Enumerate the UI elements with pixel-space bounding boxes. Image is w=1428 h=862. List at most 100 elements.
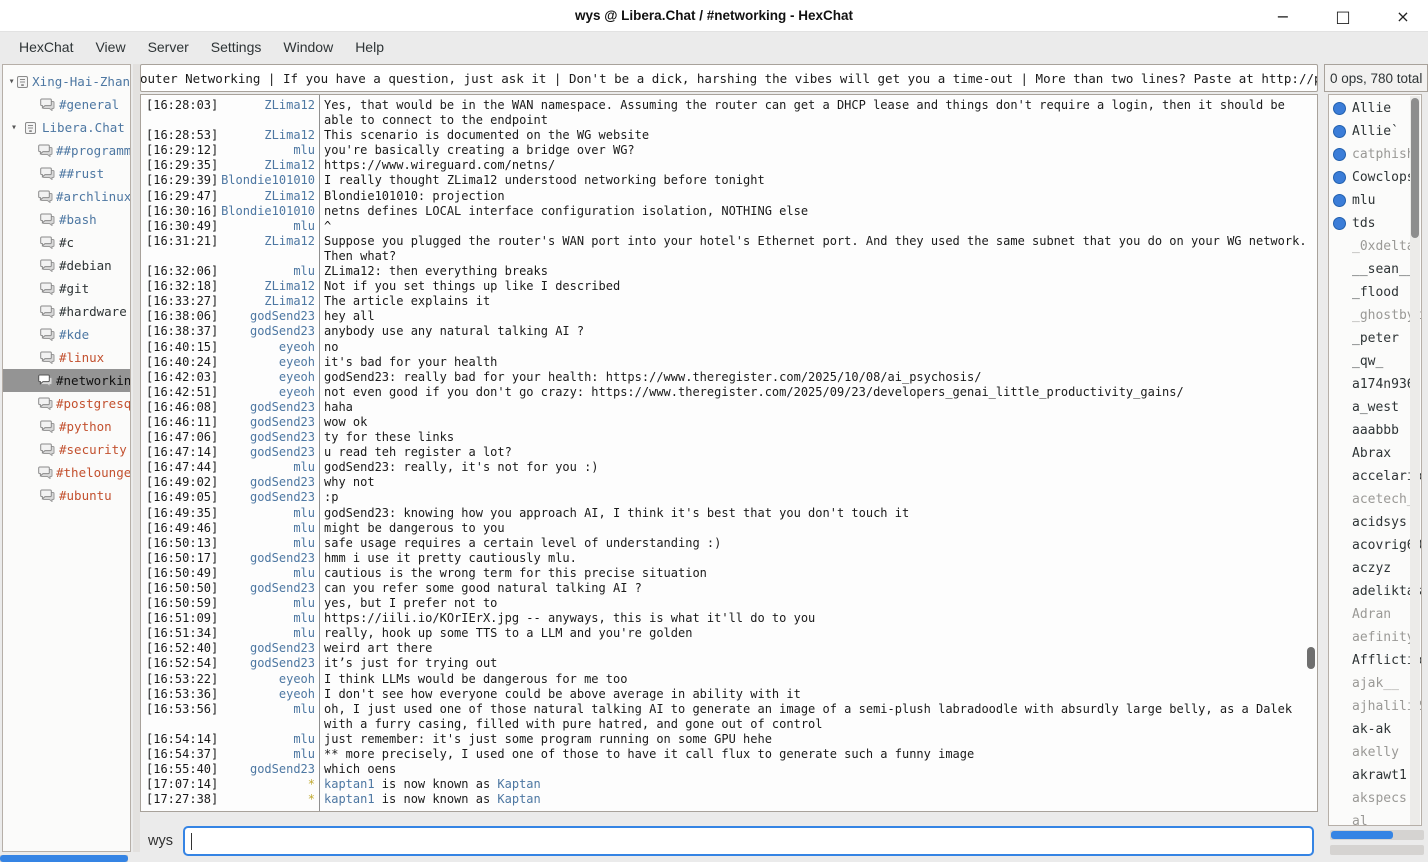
tree-channel-rust[interactable]: ##rust (3, 162, 130, 185)
chat-message-row: [16:38:06]godSend23hey all (141, 309, 1317, 324)
tree-channel-git[interactable]: #git (3, 277, 130, 300)
nick: mlu (221, 611, 315, 626)
user-row[interactable]: Afflictio (1329, 649, 1421, 672)
user-row[interactable]: ajhalili2 (1329, 695, 1421, 718)
chat-message-row: [16:47:44]mlugodSend23: really, it's not… (141, 460, 1317, 475)
user-row[interactable]: _0xdelta (1329, 235, 1421, 258)
chat-message-row: [16:29:35]ZLima12https://www.wireguard.c… (141, 158, 1317, 173)
menu-bar: HexChatViewServerSettingsWindowHelp (0, 32, 1428, 62)
user-row[interactable]: accelario (1329, 465, 1421, 488)
tree-channel-linux[interactable]: #linux (3, 346, 130, 369)
user-row[interactable]: ak-ak (1329, 718, 1421, 741)
user-row[interactable]: acidsys (1329, 511, 1421, 534)
chat-message-row: [16:49:05]godSend23:p (141, 490, 1317, 505)
tree-channel-bash[interactable]: #bash (3, 208, 130, 231)
user-row[interactable]: a174n936 (1329, 373, 1421, 396)
tree-channel-archlinux[interactable]: #archlinux (3, 185, 130, 208)
userlist-hscroll-thumb[interactable] (1331, 831, 1393, 839)
timestamp: [16:38:06] (141, 309, 221, 324)
chat-scrollbar-thumb[interactable] (1307, 647, 1315, 669)
userlist-scrollbar-thumb[interactable] (1411, 98, 1419, 238)
nick: ZLima12 (221, 279, 315, 294)
user-row[interactable]: _peter (1329, 327, 1421, 350)
message-text: really, hook up some TTS to a LLM and yo… (318, 626, 1317, 641)
tree-scrollbar-track[interactable] (133, 64, 140, 852)
user-row[interactable]: catphish (1329, 143, 1421, 166)
user-row[interactable]: acovrig60 (1329, 534, 1421, 557)
tree-channel-c[interactable]: #c (3, 231, 130, 254)
tree-horizontal-scrollbar[interactable] (0, 855, 128, 862)
topic-bar[interactable]: outer Networking | If you have a questio… (140, 64, 1318, 92)
tree-channel-hardware[interactable]: #hardware (3, 300, 130, 323)
tree-channel-ubuntu[interactable]: #ubuntu (3, 484, 130, 507)
tree-channel-general[interactable]: #general (3, 93, 130, 116)
user-row[interactable]: _ghostbyt (1329, 304, 1421, 327)
timestamp: [16:38:37] (141, 324, 221, 339)
tree-channel-security[interactable]: #security (3, 438, 130, 461)
menu-server[interactable]: Server (139, 35, 198, 59)
nick: godSend23 (221, 641, 315, 656)
minimize-button[interactable]: − (1268, 1, 1298, 31)
user-row[interactable]: akspecs (1329, 787, 1421, 810)
user-row[interactable]: mlu (1329, 189, 1421, 212)
timestamp: [16:29:12] (141, 143, 221, 158)
own-nick-label[interactable]: wys (140, 833, 183, 849)
user-row[interactable]: al (1329, 810, 1421, 826)
user-row[interactable]: acetech_ (1329, 488, 1421, 511)
server-tree[interactable]: ▾Xing-Hai-Zhan#general▾Libera.Chat##prog… (2, 64, 131, 852)
menu-view[interactable]: View (86, 35, 134, 59)
chat-message-row: [16:51:34]mlureally, hook up some TTS to… (141, 626, 1317, 641)
user-row[interactable]: a_west (1329, 396, 1421, 419)
user-row[interactable]: aaabbb (1329, 419, 1421, 442)
menu-hexchat[interactable]: HexChat (10, 35, 82, 59)
tree-hscroll-thumb[interactable] (0, 855, 128, 862)
user-row[interactable]: ajak__ (1329, 672, 1421, 695)
voice-dot-icon (1333, 148, 1346, 161)
tree-channel-networking[interactable]: #networking (3, 369, 130, 392)
user-row[interactable]: _flood (1329, 281, 1421, 304)
timestamp: [16:33:27] (141, 294, 221, 309)
user-row[interactable]: __sean__ (1329, 258, 1421, 281)
menu-window[interactable]: Window (274, 35, 342, 59)
tree-channel-thelounge[interactable]: #thelounge (3, 461, 130, 484)
user-list[interactable]: AllieAllie`catphishCowclops`mlutds_0xdel… (1328, 94, 1422, 826)
user-row[interactable]: tds (1329, 212, 1421, 235)
user-row[interactable]: akelly (1329, 741, 1421, 764)
tree-channel-kde[interactable]: #kde (3, 323, 130, 346)
chat-area[interactable]: [16:28:03]ZLima12Yes, that would be in t… (140, 94, 1318, 812)
close-button[interactable]: × (1388, 1, 1418, 31)
tree-channel-python[interactable]: #python (3, 415, 130, 438)
user-row[interactable]: adeliktas (1329, 580, 1421, 603)
user-row[interactable]: aefinity (1329, 626, 1421, 649)
user-row[interactable]: aczyz (1329, 557, 1421, 580)
menu-settings[interactable]: Settings (202, 35, 271, 59)
user-row[interactable]: Allie` (1329, 120, 1421, 143)
expander-chevron-icon[interactable]: ▾ (7, 122, 21, 133)
nick: mlu (221, 219, 315, 234)
user-row[interactable]: Adran (1329, 603, 1421, 626)
user-row[interactable]: Abrax (1329, 442, 1421, 465)
message-input[interactable] (183, 826, 1314, 856)
userlist-horizontal-scrollbar[interactable] (1330, 830, 1424, 840)
maximize-button[interactable]: □ (1328, 1, 1358, 31)
user-row[interactable]: Allie (1329, 97, 1421, 120)
window-controls: − □ × (1268, 0, 1418, 32)
user-row[interactable]: Cowclops` (1329, 166, 1421, 189)
message-text: https://www.wireguard.com/netns/ (318, 158, 1317, 173)
user-row[interactable]: akrawt1 (1329, 764, 1421, 787)
tree-network-row[interactable]: ▾Xing-Hai-Zhan (3, 70, 130, 93)
user-row[interactable]: _qw_ (1329, 350, 1421, 373)
menu-help[interactable]: Help (346, 35, 393, 59)
secondary-horizontal-scrollbar[interactable] (1330, 845, 1424, 855)
channel-name: #python (59, 419, 112, 434)
tree-network-row[interactable]: ▾Libera.Chat (3, 116, 130, 139)
chat-message-row: [16:50:59]mluyes, but I prefer not to (141, 596, 1317, 611)
tree-channel-postgresql[interactable]: #postgresql (3, 392, 130, 415)
tree-channel-debian[interactable]: #debian (3, 254, 130, 277)
tree-channel-programmi[interactable]: ##programmi (3, 139, 130, 162)
nick: mlu (221, 566, 315, 581)
expander-chevron-icon[interactable]: ▾ (7, 76, 16, 87)
message-text: oh, I just used one of those natural tal… (318, 702, 1317, 732)
channel-name: #linux (59, 350, 104, 365)
nick: eyeoh (221, 672, 315, 687)
